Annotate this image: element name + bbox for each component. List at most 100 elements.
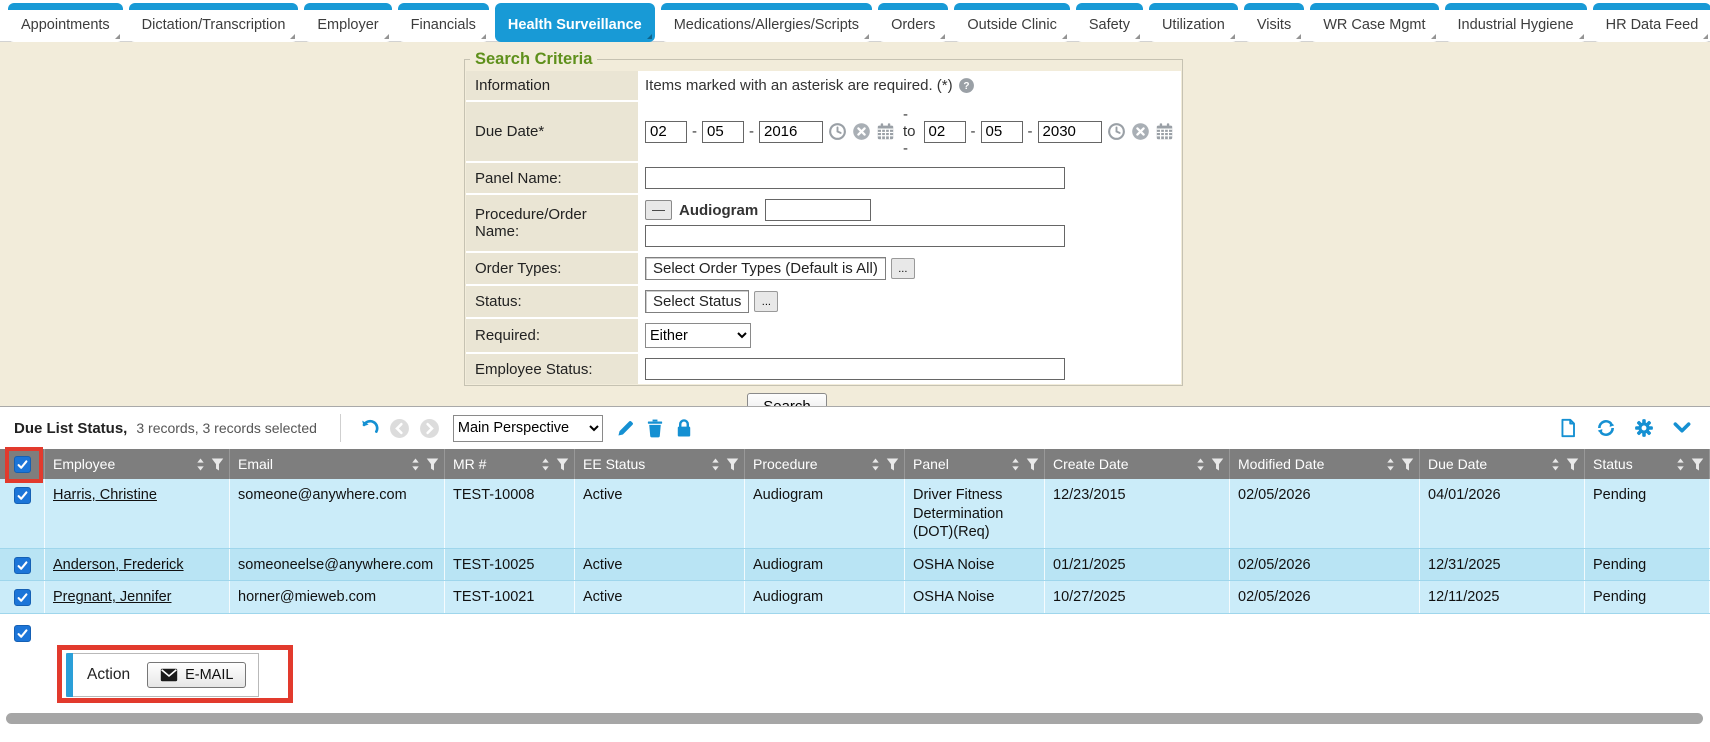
range-separator: - to - (903, 106, 916, 157)
filter-funnel-icon[interactable] (1401, 457, 1414, 472)
help-icon[interactable]: ? (958, 77, 975, 94)
collapse-chevron-icon[interactable] (1672, 418, 1692, 438)
tab-wr-case-mgmt[interactable]: WR Case Mgmt (1310, 3, 1438, 42)
order-types-listbox[interactable]: Select Order Types (Default is All) (645, 257, 886, 280)
settings-gear-icon[interactable] (1634, 418, 1654, 438)
due-date-from-month-input[interactable] (645, 121, 687, 143)
horizontal-scrollbar[interactable] (6, 713, 1703, 724)
tab-dictation-transcription[interactable]: Dictation/Transcription (129, 3, 299, 42)
required-label: Required: (466, 319, 638, 352)
sort-icon[interactable] (1195, 457, 1206, 472)
procedure-small-input[interactable] (765, 199, 871, 221)
status-browse-button[interactable]: ... (754, 291, 778, 312)
column-label: Due Date (1428, 456, 1487, 472)
tab-health-surveillance[interactable]: Health Surveillance (495, 3, 655, 42)
due-date-to-day-input[interactable] (981, 121, 1023, 143)
undo-refresh-icon[interactable] (360, 418, 380, 438)
panel-name-input[interactable] (645, 167, 1065, 189)
employee-link[interactable]: Anderson, Frederick (53, 557, 184, 573)
sort-icon[interactable] (1550, 457, 1561, 472)
procedure-search-input[interactable] (645, 225, 1065, 247)
calendar-icon[interactable] (1155, 122, 1174, 141)
employee-link[interactable]: Harris, Christine (53, 487, 157, 503)
tab-dropdown-indicator-icon (290, 34, 295, 39)
row-checkbox[interactable] (14, 589, 31, 606)
column-header-modified_date[interactable]: Modified Date (1230, 449, 1420, 479)
tab-outside-clinic[interactable]: Outside Clinic (954, 3, 1069, 42)
document-icon[interactable] (1558, 418, 1578, 438)
tab-orders[interactable]: Orders (878, 3, 948, 42)
cell-status: Pending (1585, 479, 1710, 548)
filter-funnel-icon[interactable] (556, 457, 569, 472)
perspective-select[interactable]: Main Perspective (453, 415, 603, 442)
sort-icon[interactable] (410, 457, 421, 472)
required-select[interactable]: Either (645, 323, 751, 348)
sort-icon[interactable] (195, 457, 206, 472)
sort-icon[interactable] (1385, 457, 1396, 472)
due-date-to-month-input[interactable] (924, 121, 966, 143)
filter-funnel-icon[interactable] (211, 457, 224, 472)
tab-employer[interactable]: Employer (304, 3, 391, 42)
sort-icon[interactable] (1010, 457, 1021, 472)
tab-utilization[interactable]: Utilization (1149, 3, 1238, 42)
employee-status-input[interactable] (645, 358, 1065, 380)
column-label: Status (1593, 456, 1633, 472)
tab-financials[interactable]: Financials (398, 3, 489, 42)
tab-medications-allergies-scripts[interactable]: Medications/Allergies/Scripts (661, 3, 872, 42)
filter-funnel-icon[interactable] (1211, 457, 1224, 472)
edit-pencil-icon[interactable] (616, 418, 636, 438)
due-date-from-year-input[interactable] (759, 121, 823, 143)
remove-procedure-button[interactable]: — (645, 200, 672, 220)
column-header-mr[interactable]: MR # (445, 449, 575, 479)
select-all-checkbox[interactable] (14, 456, 31, 473)
due-date-to-year-input[interactable] (1038, 121, 1102, 143)
filter-funnel-icon[interactable] (1026, 457, 1039, 472)
calendar-icon[interactable] (876, 122, 895, 141)
tab-hr-data-feed[interactable]: HR Data Feed (1593, 3, 1710, 42)
row-checkbox[interactable] (14, 487, 31, 504)
cell-checkbox (0, 549, 45, 581)
sort-icon[interactable] (710, 457, 721, 472)
history-forward-icon[interactable] (419, 418, 440, 439)
column-header-panel[interactable]: Panel (905, 449, 1045, 479)
lock-icon[interactable] (674, 418, 694, 438)
history-back-icon[interactable] (389, 418, 410, 439)
bottom-select-all-checkbox[interactable] (14, 625, 31, 642)
row-checkbox[interactable] (14, 557, 31, 574)
column-header-email[interactable]: Email (230, 449, 445, 479)
column-header-due_date[interactable]: Due Date (1420, 449, 1585, 479)
filter-funnel-icon[interactable] (1691, 457, 1704, 472)
email-button[interactable]: E-MAIL (147, 662, 246, 688)
employee-link[interactable]: Pregnant, Jennifer (53, 589, 172, 605)
column-header-employee[interactable]: Employee (45, 449, 230, 479)
table-body: Harris, Christinesomeone@anywhere.comTES… (0, 479, 1710, 614)
refresh-icon[interactable] (1596, 418, 1616, 438)
delete-trash-icon[interactable] (645, 418, 665, 438)
order-types-browse-button[interactable]: ... (891, 258, 915, 279)
tab-safety[interactable]: Safety (1076, 3, 1143, 42)
filter-funnel-icon[interactable] (726, 457, 739, 472)
column-header-ee_status[interactable]: EE Status (575, 449, 745, 479)
filter-funnel-icon[interactable] (886, 457, 899, 472)
tab-appointments[interactable]: Appointments (8, 3, 123, 42)
tab-dropdown-indicator-icon (1062, 34, 1067, 39)
cell-modified_date: 02/05/2026 (1230, 479, 1420, 548)
clear-date-icon[interactable] (852, 122, 871, 141)
clock-icon[interactable] (828, 122, 847, 141)
tab-visits[interactable]: Visits (1244, 3, 1304, 42)
filter-funnel-icon[interactable] (1566, 457, 1579, 472)
tab-dropdown-indicator-icon (481, 34, 486, 39)
tab-industrial-hygiene[interactable]: Industrial Hygiene (1445, 3, 1587, 42)
status-listbox[interactable]: Select Status (645, 290, 749, 313)
column-header-procedure[interactable]: Procedure (745, 449, 905, 479)
column-header-create_date[interactable]: Create Date (1045, 449, 1230, 479)
sort-icon[interactable] (1675, 457, 1686, 472)
tab-label: HR Data Feed (1606, 17, 1699, 33)
clock-icon[interactable] (1107, 122, 1126, 141)
due-date-from-day-input[interactable] (702, 121, 744, 143)
column-header-status[interactable]: Status (1585, 449, 1710, 479)
sort-icon[interactable] (870, 457, 881, 472)
clear-date-icon[interactable] (1131, 122, 1150, 141)
filter-funnel-icon[interactable] (426, 457, 439, 472)
sort-icon[interactable] (540, 457, 551, 472)
